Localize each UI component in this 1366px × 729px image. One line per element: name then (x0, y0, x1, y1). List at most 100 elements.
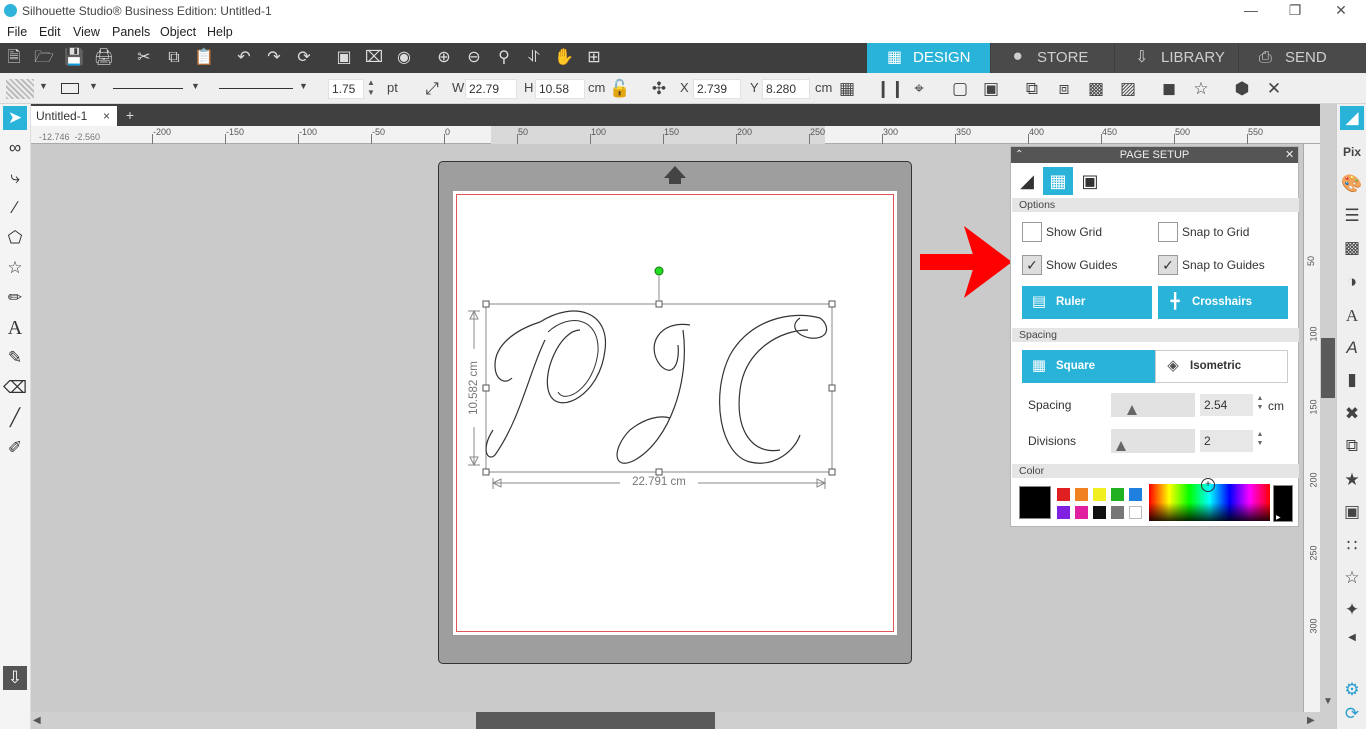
color-swatch[interactable] (1075, 488, 1088, 501)
deselect-icon[interactable]: ⌧ (362, 47, 386, 69)
isometric-grid-button[interactable]: ◈ Isometric (1155, 350, 1288, 383)
vertical-scroll-thumb[interactable] (1321, 338, 1335, 398)
snap-to-guides-checkbox[interactable]: ✓ (1158, 255, 1178, 275)
color-swatch[interactable] (1129, 488, 1142, 501)
scroll-left-icon[interactable]: ◀ (33, 715, 41, 726)
color-swatch[interactable] (1057, 488, 1070, 501)
color-swatch[interactable] (1093, 488, 1106, 501)
undo-icon[interactable]: ↶ (232, 47, 256, 69)
line-end-style[interactable] (219, 88, 293, 89)
color-swatch[interactable] (1075, 506, 1088, 519)
spacing-stepper[interactable]: ▲ ▼ (1255, 394, 1265, 412)
brightness-slider[interactable]: ▶ (1273, 485, 1293, 522)
tab-grid-setup[interactable]: ▦ (1043, 167, 1073, 195)
menu-help[interactable]: Help (207, 25, 233, 39)
cut-icon[interactable]: ✂ (132, 47, 156, 69)
font-icon[interactable]: A (1340, 336, 1364, 360)
rotate-box-icon[interactable]: ▣ (980, 78, 1002, 100)
minimize-icon[interactable]: — (1241, 2, 1261, 20)
width-input[interactable]: 22.79 (465, 79, 517, 99)
menu-edit[interactable]: Edit (39, 25, 61, 39)
y-input[interactable]: 8.280 (762, 79, 810, 99)
color-swatch[interactable] (1093, 506, 1106, 519)
design-selection[interactable] (460, 262, 840, 494)
menu-view[interactable]: View (73, 25, 100, 39)
select-pointer-icon[interactable]: ➤ (3, 106, 27, 130)
eyedropper-icon[interactable]: ✐ (3, 436, 27, 460)
close-tab-icon[interactable]: × (103, 106, 110, 126)
3d-box-icon[interactable]: ⬢ (1231, 78, 1253, 100)
puzzle-icon[interactable]: ✦ (1340, 598, 1364, 622)
horizontal-scroll-thumb[interactable] (476, 712, 715, 729)
divisions-slider-knob[interactable] (1116, 441, 1126, 451)
snap-to-grid-checkbox[interactable] (1158, 222, 1178, 242)
menu-file[interactable]: File (7, 25, 27, 39)
divisions-stepper[interactable]: ▲ ▼ (1255, 430, 1265, 448)
menu-object[interactable]: Object (160, 25, 196, 39)
fill-color-icon[interactable]: 🎨 (1340, 172, 1364, 196)
group-icon[interactable]: ⧉ (1021, 78, 1043, 100)
close-x-icon[interactable]: ✕ (1263, 78, 1285, 100)
panel-collapse-icon[interactable]: ◀ (1340, 626, 1364, 650)
zoom-in-icon[interactable]: ⊕ (432, 47, 456, 69)
spacing-slider-knob[interactable] (1127, 405, 1137, 415)
lasso-icon[interactable]: ∞ (3, 136, 27, 160)
zoom-fit-icon[interactable]: ⥯ (522, 47, 546, 69)
color-swatch[interactable] (1111, 488, 1124, 501)
redo-icon[interactable]: ↷ (262, 47, 286, 69)
pan-hand-icon[interactable]: ✋ (552, 47, 576, 69)
print-icon[interactable]: 🖨 (92, 47, 116, 69)
tab-send[interactable]: ⎙ SEND (1239, 43, 1366, 73)
color-swatch[interactable] (1057, 506, 1070, 519)
line-weight-stepper[interactable]: ▲ ▼ (367, 78, 375, 98)
line-color-dropdown-icon[interactable]: ▼ (89, 81, 98, 91)
star-icon[interactable]: ☆ (1190, 78, 1212, 100)
settings-gear-icon[interactable]: ⚙ (1340, 678, 1364, 702)
ungroup-icon[interactable]: ⧈ (1053, 78, 1075, 100)
zoom-out-icon[interactable]: ⊖ (462, 47, 486, 69)
show-grid-checkbox[interactable] (1022, 222, 1042, 242)
text-tool-icon[interactable]: A (3, 316, 27, 340)
line-tool-icon[interactable]: ∕ (3, 196, 27, 220)
square-grid-button[interactable]: ▦ Square (1022, 350, 1155, 383)
line-style-dropdown-icon[interactable]: ▼ (191, 81, 200, 91)
menu-panels[interactable]: Panels (112, 25, 150, 39)
transform-icon[interactable]: ▢ (949, 78, 971, 100)
text-style-icon[interactable]: A (1340, 304, 1364, 328)
knife-icon[interactable]: ╱ (3, 406, 27, 430)
align-panel-icon[interactable]: ▮ (1340, 368, 1364, 392)
x-input[interactable]: 2.739 (693, 79, 741, 99)
divisions-slider[interactable] (1111, 429, 1195, 453)
rotate-handle[interactable] (654, 266, 664, 276)
select-by-color-icon[interactable]: ◉ (392, 47, 416, 69)
eraser-icon[interactable]: ⌫ (3, 376, 27, 400)
diagonal-size-icon[interactable]: ⤢ (421, 78, 443, 100)
tab-registration[interactable]: ▣ (1075, 167, 1105, 195)
vertical-scrollbar[interactable]: ▼ (1320, 104, 1336, 712)
scroll-down-icon[interactable]: ▼ (1323, 696, 1333, 707)
line-color-swatch[interactable] (61, 83, 79, 94)
close-window-icon[interactable]: ✕ (1331, 2, 1351, 20)
current-color-swatch[interactable] (1019, 486, 1051, 519)
offset-icon[interactable]: ▣ (1340, 500, 1364, 524)
modify-star-icon[interactable]: ★ (1340, 468, 1364, 492)
divisions-input[interactable]: 2 (1200, 430, 1253, 452)
star-shape-icon[interactable]: ☆ (3, 256, 27, 280)
line-style[interactable] (113, 88, 183, 89)
library-drawer-icon[interactable]: ⇩ (3, 666, 27, 690)
new-file-icon[interactable]: 🗎 (2, 47, 26, 69)
lock-aspect-icon[interactable]: 🔓 (609, 78, 631, 100)
save-icon[interactable]: 💾 (62, 47, 86, 69)
trace-dots-icon[interactable]: ∷ (1340, 534, 1364, 558)
weld-icon[interactable]: ◼ (1158, 78, 1180, 100)
tab-store[interactable]: ⚫ STORE (991, 43, 1114, 73)
contrast-icon[interactable]: ◑ (1340, 270, 1364, 294)
replicate-icon[interactable]: ⧉ (1340, 434, 1364, 458)
align-icon[interactable]: ❙❙ (876, 78, 905, 100)
page-setup-panel-icon[interactable]: ◢ (1340, 106, 1364, 130)
fill-dropdown-icon[interactable]: ▼ (39, 81, 48, 91)
point-edit-icon[interactable]: ⤷ (3, 166, 27, 190)
pencil-icon[interactable]: ✏ (3, 286, 27, 310)
color-picker-cursor-icon[interactable]: + (1201, 478, 1215, 492)
line-weight-input[interactable]: 1.75 (328, 79, 364, 99)
